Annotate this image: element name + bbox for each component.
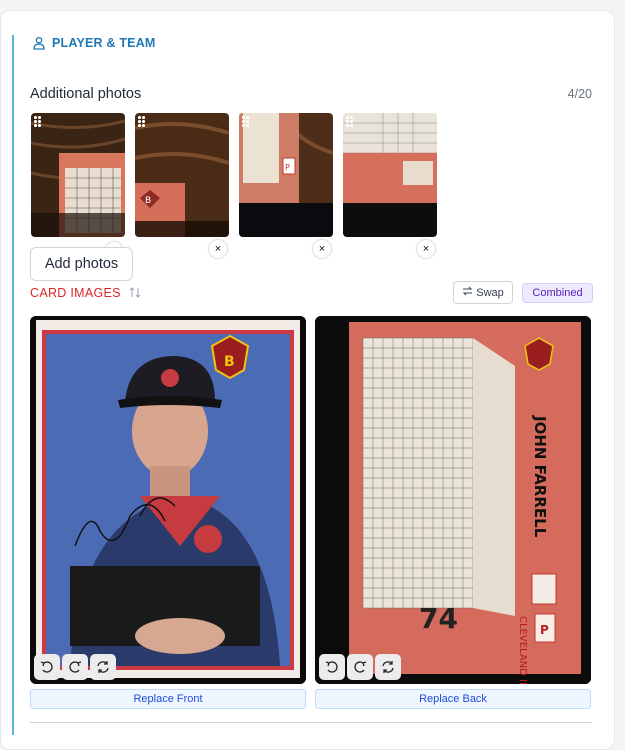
remove-photo-4-button[interactable]: ×	[417, 240, 435, 258]
drag-handle-icon[interactable]	[346, 116, 356, 127]
remove-photo-3-button[interactable]: ×	[313, 240, 331, 258]
combined-badge: Combined	[522, 283, 593, 303]
drag-handle-icon[interactable]	[138, 116, 148, 127]
photo-thumbnail-2[interactable]: B	[135, 113, 229, 237]
back-team: CLEVELAND INDIANS	[517, 616, 528, 684]
section-accent-bar	[12, 35, 14, 735]
add-photos-button[interactable]: Add photos	[30, 247, 133, 281]
drag-handle-icon[interactable]	[34, 116, 44, 127]
back-card-number: 74	[419, 602, 458, 635]
person-icon	[32, 36, 46, 50]
sort-icon[interactable]	[129, 286, 141, 304]
additional-photos-title: Additional photos	[30, 86, 142, 102]
svg-text:B: B	[224, 354, 235, 370]
replace-front-button[interactable]: Replace Front	[30, 689, 306, 709]
rotate-right-icon[interactable]	[62, 654, 88, 680]
back-card-controls	[319, 654, 401, 680]
card-images-label: CARD IMAGES	[30, 286, 121, 300]
swap-button[interactable]: Swap	[453, 281, 513, 304]
swap-icon	[462, 286, 473, 299]
front-card-controls	[34, 654, 116, 680]
svg-text:B: B	[145, 196, 151, 206]
drag-handle-icon[interactable]	[242, 116, 252, 127]
reset-icon[interactable]	[90, 654, 116, 680]
rotate-left-icon[interactable]	[319, 654, 345, 680]
photo-count: 4/20	[567, 87, 592, 101]
card-front-image[interactable]: B	[30, 316, 306, 684]
replace-back-button[interactable]: Replace Back	[315, 689, 591, 709]
back-position: P	[540, 623, 549, 637]
rotate-left-icon[interactable]	[34, 654, 60, 680]
photo-thumbnail-4[interactable]	[343, 113, 437, 237]
back-player-name: JOHN FARRELL	[531, 415, 549, 538]
card-back-image[interactable]: JOHN FARRELL CLEVELAND INDIANS P 74	[315, 316, 591, 684]
svg-text:P: P	[285, 163, 290, 172]
section-header: PLAYER & TEAM	[32, 36, 156, 50]
remove-photo-2-button[interactable]: ×	[209, 240, 227, 258]
rotate-right-icon[interactable]	[347, 654, 373, 680]
reset-icon[interactable]	[375, 654, 401, 680]
photo-thumbnail-1[interactable]	[31, 113, 125, 237]
section-title: PLAYER & TEAM	[52, 36, 156, 50]
swap-label: Swap	[476, 286, 504, 299]
photo-thumbnail-3[interactable]: P	[239, 113, 333, 237]
divider	[30, 722, 592, 723]
